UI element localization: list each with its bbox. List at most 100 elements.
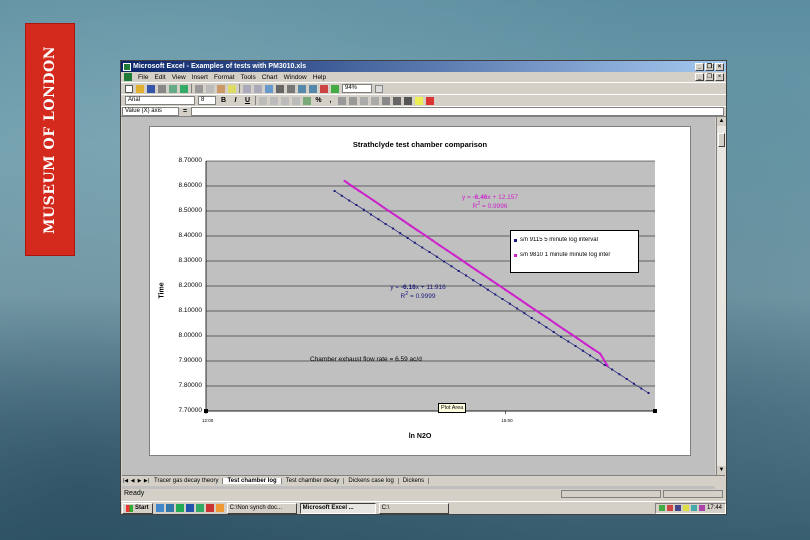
tray-icon[interactable] bbox=[690, 505, 697, 511]
align-center-icon[interactable] bbox=[270, 96, 278, 105]
save-icon[interactable] bbox=[147, 84, 155, 93]
museum-banner-text: MUSEUM OF LONDON bbox=[42, 45, 58, 234]
spelling-icon[interactable] bbox=[180, 84, 188, 93]
status-cell bbox=[663, 489, 723, 498]
tray-icon[interactable] bbox=[674, 505, 681, 511]
function-icon[interactable] bbox=[287, 84, 295, 93]
first-sheet-icon[interactable]: |◀ bbox=[122, 477, 129, 485]
bold-button[interactable]: B bbox=[219, 97, 228, 104]
menu-edit[interactable]: Edit bbox=[154, 74, 165, 81]
y-axis-label: Time bbox=[158, 282, 166, 299]
minimize-button[interactable]: _ bbox=[695, 62, 704, 71]
paste-icon[interactable] bbox=[217, 84, 225, 93]
app-quick-icon[interactable] bbox=[195, 504, 204, 512]
workbook-minimize-button[interactable]: _ bbox=[695, 73, 704, 81]
redo-icon[interactable] bbox=[254, 84, 262, 93]
autosum-icon[interactable] bbox=[276, 84, 284, 93]
menu-format[interactable]: Format bbox=[214, 74, 235, 81]
menu-window[interactable]: Window bbox=[284, 74, 307, 81]
tab-test-chamber-log[interactable]: Test chamber log bbox=[223, 478, 282, 484]
menu-file[interactable]: File bbox=[138, 74, 148, 81]
workbook-restore-button[interactable]: ❐ bbox=[705, 73, 714, 81]
font-name-select[interactable]: Arial bbox=[125, 96, 195, 105]
percent-button[interactable]: % bbox=[314, 97, 323, 104]
tab-test-chamber-decay[interactable]: Test chamber decay bbox=[282, 478, 345, 484]
borders-icon[interactable] bbox=[404, 96, 412, 105]
decrease-indent-icon[interactable] bbox=[360, 96, 368, 105]
underline-button[interactable]: U bbox=[243, 97, 252, 104]
open-icon[interactable] bbox=[136, 84, 144, 93]
new-icon[interactable] bbox=[125, 84, 133, 93]
tray-icon[interactable] bbox=[682, 505, 689, 511]
formula-input[interactable] bbox=[191, 107, 724, 116]
next-sheet-icon[interactable]: ▶ bbox=[136, 477, 143, 485]
sort-descending-icon[interactable] bbox=[309, 84, 317, 93]
scroll-down-icon[interactable]: ▼ bbox=[717, 466, 726, 475]
tab-dickens-case-log[interactable]: Dickens case log bbox=[344, 478, 399, 484]
tray-icon[interactable] bbox=[666, 505, 673, 511]
excel-quick-icon[interactable] bbox=[175, 504, 184, 512]
task-non-synch-doc[interactable]: C:\Non synch doc... bbox=[226, 502, 297, 514]
desktop-icon[interactable] bbox=[155, 504, 164, 512]
merge-center-icon[interactable] bbox=[292, 96, 300, 105]
print-preview-icon[interactable] bbox=[169, 84, 177, 93]
currency-icon[interactable] bbox=[303, 96, 311, 105]
tab-dickens[interactable]: Dickens bbox=[399, 478, 430, 484]
data-point bbox=[372, 199, 375, 202]
hyperlink-icon[interactable] bbox=[265, 84, 273, 93]
legend-label: s/n 9810 1 minute minute log inter bbox=[520, 252, 611, 258]
task-c-drive[interactable]: C:\ bbox=[378, 502, 449, 514]
align-right-icon[interactable] bbox=[281, 96, 289, 105]
scroll-up-icon[interactable]: ▲ bbox=[717, 117, 726, 126]
workbook-close-button[interactable]: × bbox=[715, 73, 724, 81]
menu-chart[interactable]: Chart bbox=[262, 74, 278, 81]
align-left-icon[interactable] bbox=[259, 96, 267, 105]
tray-icon[interactable] bbox=[658, 505, 665, 511]
quick-launch bbox=[155, 504, 224, 512]
vertical-scrollbar[interactable]: ▲ ▼ bbox=[716, 117, 726, 475]
workbook-icon[interactable] bbox=[124, 73, 132, 81]
outlook-quick-icon[interactable] bbox=[215, 504, 224, 512]
chart-legend[interactable]: s/n 9115 5 minute log interval s/n 9810 … bbox=[510, 230, 639, 273]
increase-decimal-icon[interactable] bbox=[338, 96, 346, 105]
chart-wizard-icon[interactable] bbox=[320, 84, 328, 93]
italic-button[interactable]: I bbox=[231, 97, 240, 104]
format-painter-icon[interactable] bbox=[228, 84, 236, 93]
drawing-icon[interactable] bbox=[331, 84, 339, 93]
last-sheet-icon[interactable]: ▶| bbox=[143, 477, 150, 485]
restore-button[interactable]: ❐ bbox=[705, 62, 714, 71]
copy-icon[interactable] bbox=[206, 84, 214, 93]
comma-button[interactable]: , bbox=[326, 97, 335, 104]
prev-sheet-icon[interactable]: ◀ bbox=[129, 477, 136, 485]
sort-ascending-icon[interactable] bbox=[298, 84, 306, 93]
tab-tracer-gas-decay-theory[interactable]: Tracer gas decay theory bbox=[150, 478, 224, 484]
start-button[interactable]: Start bbox=[122, 502, 153, 514]
increase-indent-icon[interactable] bbox=[371, 96, 379, 105]
menu-view[interactable]: View bbox=[172, 74, 186, 81]
data-point bbox=[589, 354, 592, 357]
word-quick-icon[interactable] bbox=[185, 504, 194, 512]
menu-tools[interactable]: Tools bbox=[241, 74, 256, 81]
close-button[interactable]: × bbox=[715, 62, 724, 71]
font-color-icon[interactable] bbox=[426, 96, 434, 105]
sheet-area[interactable]: Strathclyde test chamber comparison 8.70… bbox=[122, 117, 715, 489]
menu-help[interactable]: Help bbox=[313, 74, 326, 81]
print-icon[interactable] bbox=[158, 84, 166, 93]
name-box[interactable]: Value (X) axis bbox=[122, 107, 179, 116]
undo-icon[interactable] bbox=[243, 84, 251, 93]
font-size-select[interactable]: 8 bbox=[198, 96, 216, 105]
help-icon[interactable] bbox=[375, 84, 383, 93]
chart-type-icon[interactable] bbox=[382, 96, 390, 105]
line-icon[interactable] bbox=[393, 96, 401, 105]
zoom-select[interactable]: 94% bbox=[342, 84, 372, 93]
ie-icon[interactable] bbox=[165, 504, 174, 512]
task-microsoft-excel[interactable]: Microsoft Excel ... bbox=[299, 502, 376, 514]
chart[interactable]: Strathclyde test chamber comparison 8.70… bbox=[149, 126, 691, 456]
decrease-decimal-icon[interactable] bbox=[349, 96, 357, 105]
fill-color-icon[interactable] bbox=[415, 96, 423, 105]
scroll-thumb[interactable] bbox=[718, 133, 725, 147]
powerpoint-quick-icon[interactable] bbox=[205, 504, 214, 512]
menu-insert[interactable]: Insert bbox=[192, 74, 208, 81]
tray-icon[interactable] bbox=[698, 505, 705, 511]
cut-icon[interactable] bbox=[195, 84, 203, 93]
